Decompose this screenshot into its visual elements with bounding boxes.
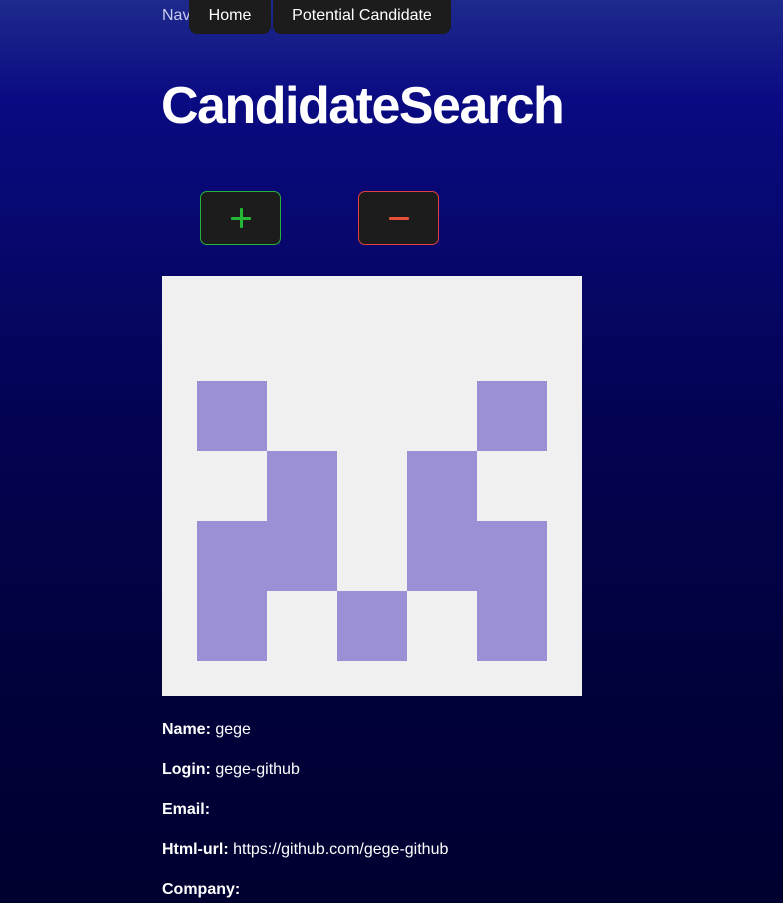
candidate-details: Name: gege Login: gege-github Email: Htm… — [162, 720, 448, 903]
field-label: Company: — [162, 881, 241, 898]
candidate-name-value: gege — [215, 721, 251, 738]
field-label: Email: — [162, 801, 211, 818]
candidate-login-value: gege-github — [215, 761, 300, 778]
nav-link-potential-candidate[interactable]: Potential Candidate — [273, 0, 451, 34]
nav-label: Nav — [162, 7, 189, 24]
field-label: Name: — [162, 721, 211, 738]
field-label: Html-url: — [162, 841, 229, 858]
reject-candidate-button[interactable] — [358, 191, 439, 245]
candidate-avatar — [162, 276, 582, 696]
plus-icon — [230, 208, 251, 228]
candidate-email-row: Email: — [162, 800, 448, 840]
field-label: Login: — [162, 761, 211, 778]
page-title: CandidateSearch — [161, 77, 565, 135]
nav-link-home[interactable]: Home — [189, 0, 271, 34]
add-candidate-button[interactable] — [200, 191, 281, 245]
candidate-html-url-value: https://github.com/gege-github — [233, 841, 449, 858]
candidate-login-row: Login: gege-github — [162, 760, 448, 800]
candidate-name-row: Name: gege — [162, 720, 448, 760]
top-nav: Nav Home Potential Candidate — [162, 0, 451, 36]
candidate-company-row: Company: — [162, 880, 448, 903]
candidate-html-url-row: Html-url: https://github.com/gege-github — [162, 840, 448, 880]
minus-icon — [388, 208, 409, 228]
